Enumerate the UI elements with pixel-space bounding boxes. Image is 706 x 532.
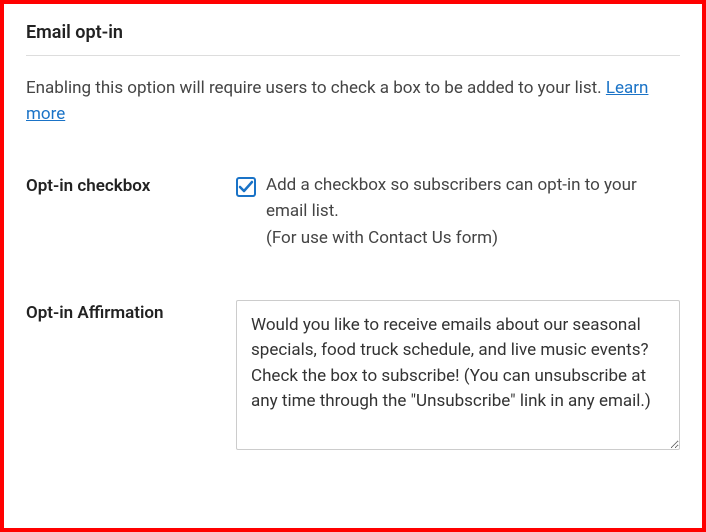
section-description: Enabling this option will require users … [26,76,680,127]
email-optin-panel: Email opt-in Enabling this option will r… [0,0,706,532]
description-text: Enabling this option will require users … [26,78,606,98]
section-title: Email opt-in [26,22,680,56]
optin-affirmation-row: Opt-in Affirmation [26,300,680,459]
optin-affirmation-textarea[interactable] [236,300,680,450]
optin-checkbox-input[interactable] [236,177,256,197]
checkbox-line: Add a checkbox so subscribers can opt-in… [236,173,680,224]
checkmark-icon [237,178,255,196]
textarea-wrap [236,300,680,459]
optin-affirmation-label: Opt-in Affirmation [26,300,236,326]
optin-checkbox-text: Add a checkbox so subscribers can opt-in… [266,173,680,224]
optin-checkbox-note: (For use with Contact Us form) [266,226,680,252]
optin-affirmation-content [236,300,680,459]
optin-checkbox-label: Opt-in checkbox [26,173,236,199]
optin-checkbox-row: Opt-in checkbox Add a checkbox so subscr… [26,173,680,252]
optin-checkbox-content: Add a checkbox so subscribers can opt-in… [236,173,680,252]
